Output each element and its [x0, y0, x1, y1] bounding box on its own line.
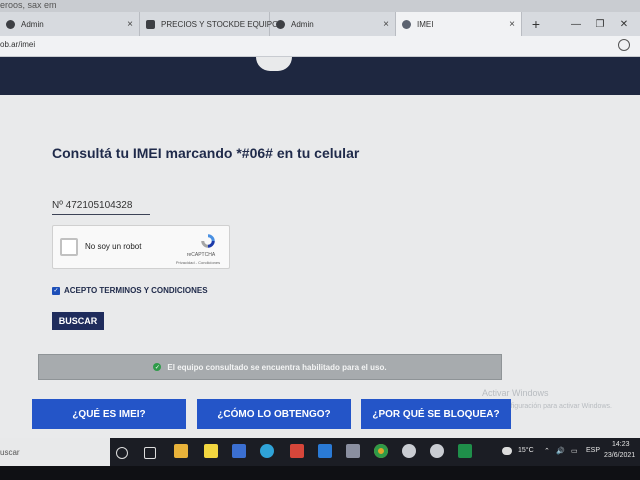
terms-checkbox[interactable]: ✓ — [52, 286, 60, 295]
tray-chevron-icon[interactable]: ⌃ — [544, 447, 550, 455]
how-to-get-button[interactable]: ¿CÓMO LO OBTENGO? — [197, 399, 351, 429]
screen: eroos, sax em Admin × PRECIOS Y STOCKDE … — [0, 0, 640, 466]
network-icon[interactable]: ▭ — [571, 447, 578, 455]
tab-label: IMEI — [417, 19, 434, 29]
terms-row[interactable]: ✓ ACEPTO TERMINOS Y CONDICIONES — [52, 286, 208, 295]
cortana-icon[interactable] — [116, 447, 128, 459]
tab-precios[interactable]: PRECIOS Y STOCKDE EQUIPO × — [140, 12, 284, 36]
address-url[interactable]: ob.ar/imei — [0, 40, 35, 49]
terms-label: ACEPTO TERMINOS Y CONDICIONES — [64, 286, 208, 295]
app-icon-circle-1[interactable] — [402, 444, 416, 458]
tab-close-icon[interactable]: × — [383, 19, 389, 30]
close-window-icon[interactable]: ✕ — [612, 12, 636, 36]
document-icon — [146, 19, 155, 29]
edge-icon[interactable] — [260, 444, 274, 458]
recaptcha-widget: No soy un robot reCAPTCHA Privacidad - C… — [52, 225, 230, 269]
app-icon-blue[interactable] — [318, 444, 332, 458]
new-tab-button[interactable]: + — [526, 12, 546, 36]
restore-icon[interactable]: ❐ — [588, 12, 612, 36]
page-title: Consultá tu IMEI marcando *#06# en tu ce… — [52, 145, 360, 161]
volume-icon[interactable]: 🔊 — [556, 447, 565, 455]
status-banner: ✓ El equipo consultado se encuentra habi… — [38, 354, 502, 380]
task-view-icon[interactable] — [144, 447, 156, 459]
sticky-notes-icon[interactable] — [204, 444, 218, 458]
tab-close-icon[interactable]: × — [127, 19, 133, 30]
tab-label: Admin — [21, 19, 44, 29]
address-bar[interactable]: ob.ar/imei — [0, 36, 640, 57]
tab-close-icon[interactable]: × — [509, 19, 515, 30]
status-message: El equipo consultado se encuentra habili… — [167, 362, 387, 372]
clock-date[interactable]: 23/6/2021 — [604, 452, 635, 459]
tab-label: Admin — [291, 19, 314, 29]
recaptcha-links[interactable]: Privacidad - Condiciones — [169, 260, 227, 265]
shield-icon — [402, 19, 411, 29]
taskbar-search-text: uscar — [0, 448, 20, 457]
tab-admin-1[interactable]: Admin × — [0, 12, 140, 36]
profile-icon[interactable] — [618, 39, 630, 51]
browser-tab-strip: eroos, sax em Admin × PRECIOS Y STOCKDE … — [0, 0, 640, 36]
app-icon-red[interactable] — [290, 444, 304, 458]
clock-time[interactable]: 14:23 — [612, 441, 630, 448]
weather-cloud-icon[interactable] — [502, 447, 512, 455]
recaptcha-checkbox[interactable] — [60, 238, 78, 256]
recaptcha-label: No soy un robot — [85, 242, 142, 251]
imei-input[interactable]: Nº 472105104328 — [52, 200, 150, 215]
tab-label: PRECIOS Y STOCKDE EQUIPO — [161, 19, 279, 29]
tab-imei[interactable]: IMEI × — [396, 12, 522, 36]
globe-icon — [6, 19, 15, 29]
check-circle-icon: ✓ — [153, 363, 162, 371]
taskbar-search[interactable]: uscar — [0, 438, 110, 466]
page-content: Consultá tu IMEI marcando *#06# en tu ce… — [0, 57, 640, 438]
recaptcha-brand: reCAPTCHA — [186, 252, 216, 258]
minimize-icon[interactable]: — — [564, 12, 588, 36]
top-sliver: eroos, sax em — [0, 0, 640, 12]
app-icon-gray[interactable] — [346, 444, 360, 458]
globe-icon — [276, 19, 285, 29]
watermark-line1: Activar Windows — [482, 388, 549, 398]
excel-icon[interactable] — [458, 444, 472, 458]
app-icon-circle-2[interactable] — [430, 444, 444, 458]
monitor-bezel — [0, 466, 640, 480]
language-indicator[interactable]: ESP — [586, 447, 600, 454]
file-explorer-icon[interactable] — [174, 444, 188, 458]
why-blocked-button[interactable]: ¿POR QUÉ SE BLOQUEA? — [361, 399, 511, 429]
search-button[interactable]: BUSCAR — [52, 312, 104, 330]
chrome-icon[interactable] — [374, 444, 388, 458]
recaptcha-logo-icon — [201, 234, 215, 248]
site-header — [0, 57, 640, 95]
weather-temperature[interactable]: 15°C — [518, 447, 534, 454]
tab-admin-2[interactable]: Admin × — [270, 12, 396, 36]
what-is-imei-button[interactable]: ¿QUÉ ES IMEI? — [32, 399, 186, 429]
top-sliver-text: eroos, sax em — [0, 0, 57, 10]
store-icon[interactable] — [232, 444, 246, 458]
windows-taskbar: uscar 15°C ⌃ 🔊 ▭ ESP 14:23 23/6/2021 — [0, 438, 640, 466]
